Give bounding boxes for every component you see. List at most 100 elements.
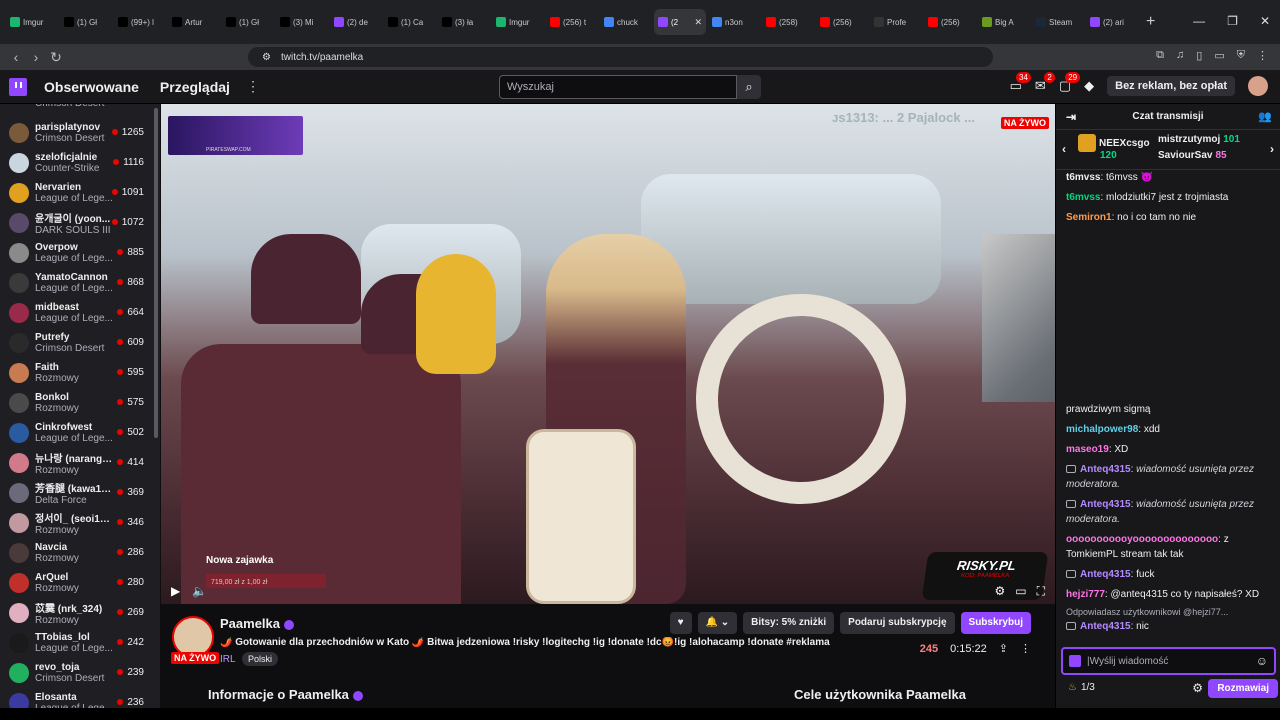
browser-tab[interactable]: (256) — [816, 9, 868, 35]
more-icon[interactable]: ⋮ — [246, 78, 260, 95]
notification-bell-button[interactable]: 🔔 ⌄ — [697, 612, 738, 634]
sidebar-channel[interactable]: YamatoCannon League of Lege... 868 — [0, 268, 160, 298]
search-input[interactable]: Wyszukaj — [499, 75, 737, 99]
sidebar-channel[interactable]: Faith Rozmowy 595 — [0, 358, 160, 388]
chat-username[interactable]: Anteq4315 — [1080, 621, 1131, 632]
channel-name[interactable]: Paamelka — [220, 616, 294, 631]
wallet-icon[interactable]: ▭ — [1214, 49, 1224, 62]
turbo-button[interactable]: Bez reklam, bez opłat — [1107, 76, 1235, 96]
chat-username[interactable]: ooooooooooyoooooooooooooo — [1066, 534, 1218, 545]
chat-message[interactable]: Semiron1: no i co tam no nie — [1066, 210, 1276, 225]
forward-icon[interactable]: › — [26, 49, 46, 65]
sidebar-channel[interactable]: parisplatynov Crimson Desert 1265 — [0, 118, 160, 148]
search-icon[interactable]: ⌕ — [737, 75, 761, 99]
sidebar-channel[interactable]: ElosantaLeague of Lege...236 — [0, 688, 160, 708]
browser-tab[interactable]: (1) Ca — [384, 9, 436, 35]
sidebar-channel[interactable]: 苡霙 (nrk_324) Rozmowy 269 — [0, 598, 160, 628]
nav-following[interactable]: Obserwowane — [44, 79, 139, 95]
sidebar-channel[interactable]: Overpow League of Lege... 885 — [0, 238, 160, 268]
close-window-icon[interactable]: ✕ — [1260, 14, 1270, 28]
volume-icon[interactable]: 🔈 — [192, 584, 207, 598]
chat-username[interactable]: t6mvss — [1066, 172, 1100, 183]
sidepanel-icon[interactable]: ▯ — [1196, 49, 1202, 62]
chat-message[interactable]: Anteq4315: wiadomość usunięta przez mode… — [1066, 497, 1276, 527]
language-tag[interactable]: Polski — [242, 652, 279, 666]
maximize-icon[interactable]: ❐ — [1227, 14, 1238, 28]
bits-button[interactable]: Bitsy: 5% zniżki — [743, 612, 835, 634]
browser-tab[interactable]: Big A — [978, 9, 1030, 35]
minimize-icon[interactable]: — — [1193, 14, 1205, 28]
browser-tab[interactable]: (2 ✕ — [654, 9, 706, 35]
inbox-icon[interactable]: ▭ 34 — [1010, 72, 1031, 94]
chat-message[interactable]: michalpower98: xdd — [1066, 422, 1276, 437]
sidebar-channel[interactable]: szeloficjalnie Counter-Strike 1116 — [0, 148, 160, 178]
chat-message[interactable]: t6mvss: mlodziutki7 jest z trojmiasta — [1066, 190, 1276, 205]
address-bar[interactable]: ⚙ twitch.tv/paamelka — [248, 47, 993, 67]
send-chat-button[interactable]: Rozmawiaj — [1208, 679, 1278, 698]
browser-tab[interactable]: (2) ari — [1086, 9, 1138, 35]
chat-username[interactable]: maseo19 — [1066, 444, 1109, 455]
notifications-icon[interactable]: ▢ 29 — [1059, 72, 1081, 94]
sidebar-channel[interactable]: midbeast League of Lege... 664 — [0, 298, 160, 328]
leaderboard-entry[interactable]: mistrzutymoj 101 — [1158, 134, 1240, 145]
sidebar-channel[interactable]: 뉴나랑 (narang_... Rozmowy 414 — [0, 448, 160, 478]
video-player[interactable]: PIRATESWAP.COM ᴊs1313: ... 2 Pajalock ..… — [161, 104, 1055, 604]
twitch-logo-icon[interactable] — [9, 77, 27, 96]
chat-message[interactable]: maseo19: XD — [1066, 442, 1276, 457]
reload-icon[interactable]: ↻ — [46, 49, 66, 66]
browser-tab[interactable]: (1) Gł — [60, 9, 112, 35]
browser-tab[interactable]: Profe — [870, 9, 922, 35]
chat-username[interactable]: Anteq4315 — [1080, 499, 1131, 510]
browser-tab[interactable]: Steam — [1032, 9, 1084, 35]
chat-message[interactable]: ooooooooooyoooooooooooooo: z TomkiemPL s… — [1066, 532, 1276, 562]
sidebar-channel[interactable]: Putrefy Crimson Desert 609 — [0, 328, 160, 358]
theatre-mode-icon[interactable]: ▭ — [1015, 584, 1026, 599]
chat-username[interactable]: hejzi777 — [1066, 589, 1105, 600]
sidebar-channel[interactable]: Nervarien League of Lege... 1091 — [0, 178, 160, 208]
leaderboard-prev-icon[interactable]: ‹ — [1062, 142, 1066, 156]
community-icon[interactable]: 👥 — [1258, 110, 1272, 123]
back-icon[interactable]: ‹ — [6, 49, 26, 65]
new-tab-icon[interactable]: + — [1146, 13, 1155, 31]
tab-close-icon[interactable]: ✕ — [694, 17, 702, 28]
browser-tab[interactable]: (256) t — [546, 9, 598, 35]
emote-picker-icon[interactable]: ☺ — [1256, 654, 1268, 668]
browser-tab[interactable]: (99+) l — [114, 9, 166, 35]
browser-tab[interactable]: (256) — [924, 9, 976, 35]
chat-username[interactable]: Anteq4315 — [1080, 464, 1131, 475]
collapse-chat-icon[interactable]: ⇥ — [1066, 110, 1076, 124]
browser-tab[interactable]: Imgur — [6, 9, 58, 35]
nav-browse[interactable]: Przeglądaj — [160, 79, 230, 95]
bits-icon[interactable]: ◆ — [1084, 78, 1094, 94]
chat-message[interactable]: Anteq4315: fuck — [1066, 567, 1276, 582]
fullscreen-icon[interactable]: ⛶ — [1037, 584, 1045, 599]
chat-username[interactable]: Semiron1 — [1066, 212, 1112, 223]
browser-tab[interactable]: (3) Mi — [276, 9, 328, 35]
chat-message[interactable]: t6mvss: t6mvss 😈 — [1066, 170, 1276, 185]
sidebar-channel[interactable]: 정서이_ (seoi10... Rozmowy 346 — [0, 508, 160, 538]
leaderboard-next-icon[interactable]: › — [1270, 142, 1274, 156]
browser-tab[interactable]: (2) de — [330, 9, 382, 35]
play-icon[interactable]: ▶ — [171, 584, 180, 598]
sidebar-channel[interactable]: revo_toja Crimson Desert 239 — [0, 658, 160, 688]
sidebar-channel[interactable]: Navcia Rozmowy 286 — [0, 538, 160, 568]
chat-message[interactable]: prawdziwym sigmą — [1066, 402, 1276, 417]
media-icon[interactable]: ♫ — [1176, 49, 1184, 62]
site-info-icon[interactable]: ⚙ — [262, 52, 271, 63]
chat-settings-icon[interactable]: ⚙ — [1192, 681, 1203, 695]
chat-username[interactable]: t6mvss — [1066, 192, 1100, 203]
share-icon[interactable]: ⇪ — [999, 642, 1008, 655]
sidebar-channel[interactable]: 芳香腿 (kawa1s... Delta Force 369 — [0, 478, 160, 508]
browser-tab[interactable]: (258) — [762, 9, 814, 35]
sidebar-channel[interactable]: 윤개굴이 (yoon... DARK SOULS III 1072 — [0, 208, 160, 238]
browser-tab[interactable]: (3) ła — [438, 9, 490, 35]
chat-message[interactable]: Anteq4315: wiadomość usunięta przez mode… — [1066, 462, 1276, 492]
more-options-icon[interactable]: ⋮ — [1020, 642, 1031, 655]
browser-tab[interactable]: Imgur — [492, 9, 544, 35]
browser-tab[interactable]: (1) Gł — [222, 9, 274, 35]
browser-tab[interactable]: chuck — [600, 9, 652, 35]
chat-username[interactable]: michalpower98 — [1066, 424, 1138, 435]
ad-banner[interactable]: PIRATESWAP.COM — [168, 116, 303, 155]
chat-message[interactable]: Anteq4315: nic — [1066, 619, 1276, 634]
whispers-icon[interactable]: ✉ 2 — [1035, 72, 1055, 94]
